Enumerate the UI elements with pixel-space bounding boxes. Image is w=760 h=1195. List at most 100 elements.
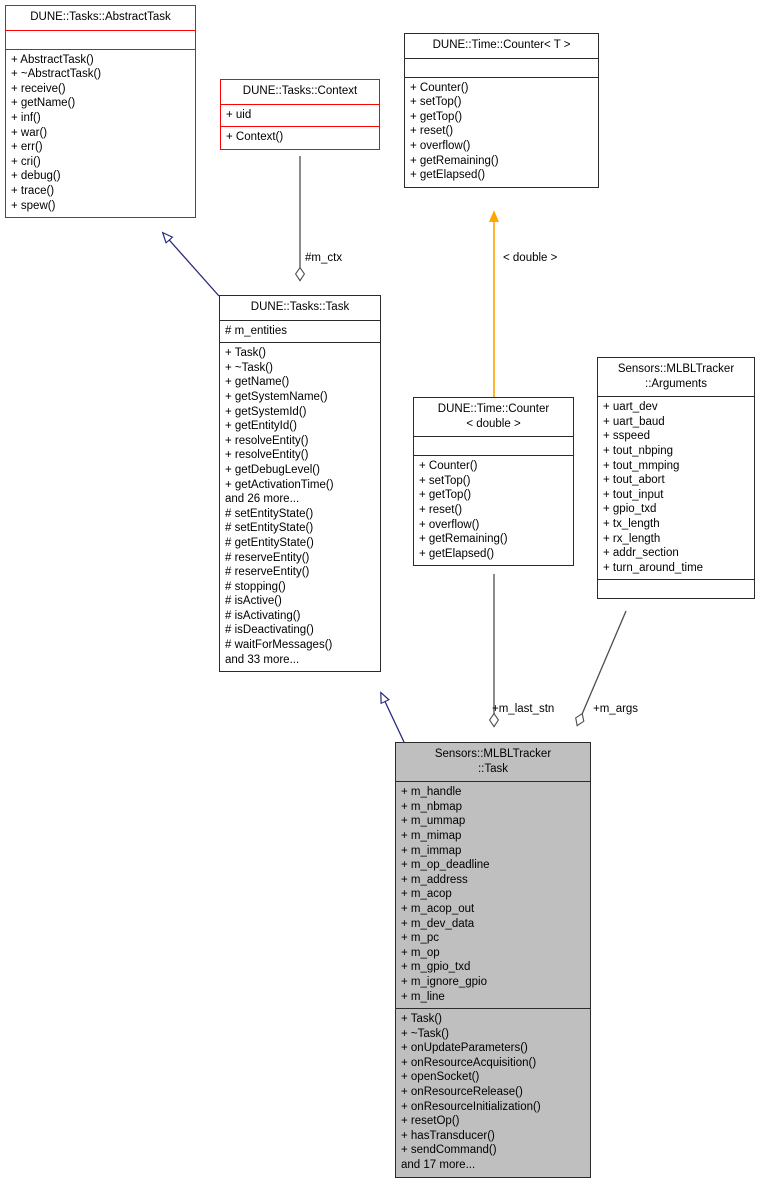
member-item: + resolveEntity(): [225, 449, 309, 462]
member-item: + getName(): [11, 97, 76, 110]
member-item: # reserveEntity(): [225, 551, 310, 564]
member-item: # stopping(): [225, 580, 286, 593]
class-methods-tasks-task: + Task() + ~Task() + getName() + getSyst…: [220, 342, 380, 671]
edge-task-inherits-abstracttask: [163, 233, 220, 297]
class-methods-context: + Context(): [221, 126, 379, 149]
member-item: + onResourceAcquisition(): [401, 1056, 537, 1069]
member-item: and 33 more...: [225, 653, 300, 666]
member-item: + setTop(): [419, 474, 471, 487]
member-item: + setTop(): [410, 96, 462, 109]
class-box-counter-t[interactable]: DUNE::Time::Counter< T > + Counter() + s…: [404, 33, 599, 188]
member-item: + m_gpio_txd: [401, 961, 471, 974]
member-item: + getRemaining(): [419, 533, 508, 546]
class-methods-counter-double: + Counter() + setTop() + getTop() + rese…: [414, 455, 573, 565]
member-item: + tout_abort: [603, 474, 665, 487]
member-item: + getName(): [225, 376, 290, 389]
member-item: + uid: [226, 108, 252, 121]
member-item: + AbstractTask(): [11, 53, 94, 66]
class-box-counter-double[interactable]: DUNE::Time::Counter < double > + Counter…: [413, 397, 574, 567]
class-attributes-counter-double: [414, 436, 573, 455]
member-item: + onResourceInitialization(): [401, 1100, 541, 1113]
member-item: + receive(): [11, 82, 66, 95]
member-item: + resetOp(): [401, 1115, 460, 1128]
class-title-arguments: Sensors::MLBLTracker ::Arguments: [617, 363, 735, 390]
edge-label-m-ctx: #m_ctx: [305, 252, 343, 264]
class-box-arguments[interactable]: Sensors::MLBLTracker ::Arguments + uart_…: [597, 357, 755, 600]
edge-label-m-last-stn: +m_last_stn: [492, 703, 555, 715]
member-item: + m_immap: [401, 844, 462, 857]
member-item: + trace(): [11, 184, 55, 197]
member-item: + sendCommand(): [401, 1144, 497, 1157]
member-item: + overflow(): [410, 139, 471, 152]
member-item: and 26 more...: [225, 493, 300, 506]
member-item: + tout_mmping: [603, 459, 680, 472]
member-item: + m_line: [401, 990, 445, 1003]
member-item: + ~Task(): [225, 361, 273, 374]
class-box-abstract-task[interactable]: DUNE::Tasks::AbstractTask + AbstractTask…: [5, 5, 196, 219]
member-item: + Task(): [401, 1013, 443, 1026]
member-item: + getTop(): [419, 489, 472, 502]
member-item: + getRemaining(): [410, 154, 499, 167]
member-item: + m_op_deadline: [401, 859, 490, 872]
class-methods-arguments: [598, 579, 754, 598]
class-box-tasks-task[interactable]: DUNE::Tasks::Task # m_entities + Task() …: [219, 295, 381, 673]
member-item: + m_mimap: [401, 829, 462, 842]
class-methods-counter-t: + Counter() + setTop() + getTop() + rese…: [405, 76, 598, 187]
class-title-mlbl-task: Sensors::MLBLTracker ::Task: [434, 748, 552, 775]
member-item: # isActivating(): [225, 609, 301, 622]
member-item: + rx_length: [603, 532, 661, 545]
member-item: # isDeactivating(): [225, 624, 314, 637]
class-attributes-counter-t: [405, 57, 598, 77]
member-item: # waitForMessages(): [225, 639, 333, 652]
member-item: + gpio_txd: [603, 503, 657, 516]
class-attributes-abstract-task: [6, 29, 195, 49]
class-box-context[interactable]: DUNE::Tasks::Context + uid + Context(): [220, 79, 380, 150]
member-item: + err(): [11, 141, 43, 154]
member-item: + inf(): [11, 111, 41, 124]
class-box-mlbl-task[interactable]: Sensors::MLBLTracker ::Task + m_handle +…: [395, 742, 591, 1178]
class-title-tasks-task: DUNE::Tasks::Task: [250, 301, 350, 313]
class-title-counter-t: DUNE::Time::Counter< T >: [432, 39, 571, 51]
member-item: # reserveEntity(): [225, 566, 310, 579]
member-item: + m_op: [401, 946, 440, 959]
member-item: + turn_around_time: [603, 561, 704, 574]
class-title-counter-double: DUNE::Time::Counter < double >: [437, 403, 550, 430]
class-attributes-mlbl-task: + m_handle + m_nbmap + m_ummap + m_mimap…: [396, 781, 590, 1008]
member-item: + tout_nbping: [603, 444, 674, 457]
member-item: + m_nbmap: [401, 800, 463, 813]
edge-mlbltask-inherits-task: [381, 693, 405, 743]
member-item: + debug(): [11, 170, 61, 183]
member-item: # setEntityState(): [225, 507, 314, 520]
class-title-abstract-task: DUNE::Tasks::AbstractTask: [30, 11, 171, 23]
member-item: + war(): [11, 126, 48, 139]
edge-label-double: < double >: [503, 252, 558, 264]
member-item: + addr_section: [603, 547, 679, 560]
member-item: # setEntityState(): [225, 522, 314, 535]
member-item: + Counter(): [410, 81, 469, 94]
class-methods-abstract-task: + AbstractTask() + ~AbstractTask() + rec…: [6, 48, 195, 218]
member-item: + getSystemName(): [225, 390, 328, 403]
member-item: # isActive(): [225, 595, 282, 608]
class-attributes-context: + uid: [221, 103, 379, 127]
member-item: + tout_input: [603, 488, 664, 501]
member-item: + openSocket(): [401, 1071, 480, 1084]
member-item: + getSystemId(): [225, 405, 307, 418]
member-item: + m_ignore_gpio: [401, 975, 487, 988]
class-diagram-canvas: DUNE::Tasks::AbstractTask + AbstractTask…: [0, 0, 760, 1195]
member-item: + getElapsed(): [419, 547, 495, 560]
member-item: + m_dev_data: [401, 917, 475, 930]
member-item: + getEntityId(): [225, 420, 297, 433]
edge-label-m-args: +m_args: [593, 703, 639, 715]
member-item: + spew(): [11, 199, 56, 212]
class-attributes-tasks-task: # m_entities: [220, 319, 380, 343]
member-item: + reset(): [419, 503, 463, 516]
member-item: + sspeed: [603, 430, 650, 443]
member-item: + getTop(): [410, 110, 463, 123]
member-item: + cri(): [11, 155, 41, 168]
member-item: and 17 more...: [401, 1159, 476, 1172]
member-item: + Counter(): [419, 460, 478, 473]
member-item: + ~Task(): [401, 1027, 449, 1040]
member-item: + m_acop: [401, 888, 452, 901]
member-item: + onUpdateParameters(): [401, 1042, 528, 1055]
member-item: + getDebugLevel(): [225, 463, 320, 476]
